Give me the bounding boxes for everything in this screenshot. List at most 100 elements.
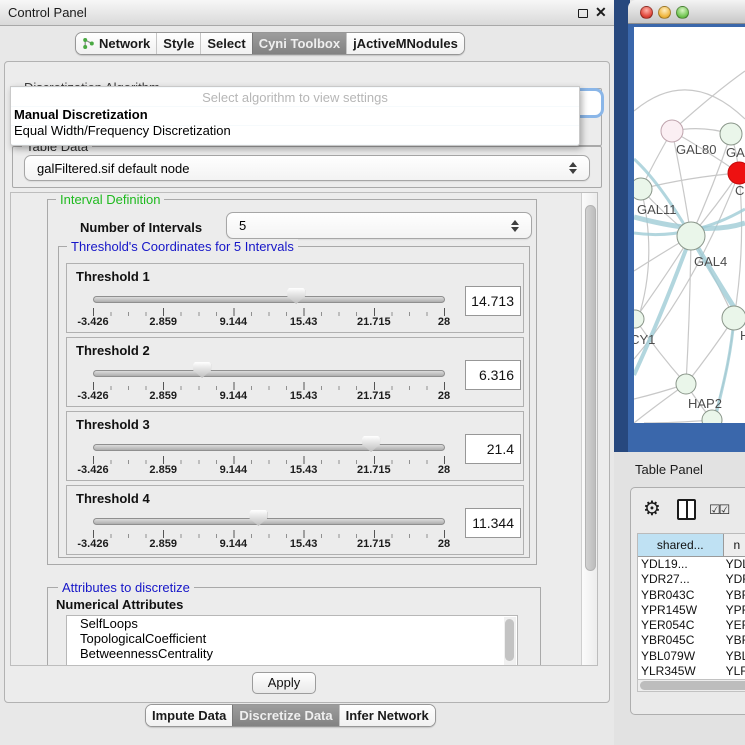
threshold-value-field[interactable]: 11.344 [465, 508, 521, 538]
number-of-intervals-spinner[interactable]: 5 [226, 212, 532, 239]
tab-impute-data[interactable]: Impute Data [146, 705, 232, 726]
slider-scale-label: 15.43 [290, 464, 318, 476]
table-row[interactable]: YLR345WYLR3 [638, 664, 745, 679]
panel-scrollbar[interactable] [581, 193, 598, 666]
table-row[interactable]: YBR043CYBR0 [638, 588, 745, 603]
tab-discretize-data[interactable]: Discretize Data [232, 705, 338, 726]
tab-select[interactable]: Select [200, 33, 251, 54]
attribute-list-item[interactable]: BetweennessCentrality [67, 646, 517, 661]
float-window-icon[interactable] [578, 9, 588, 18]
algorithm-option-equal-width[interactable]: Equal Width/Frequency Discretization [11, 123, 579, 139]
table-cell[interactable]: YBR043C [638, 588, 724, 603]
table-cell[interactable]: YDR27... [638, 572, 724, 587]
slider-tick-marks [93, 308, 446, 316]
numerical-attributes-list[interactable]: SelfLoopsTopologicalCoefficientBetweenne… [66, 615, 518, 666]
table-row[interactable]: YDL19...YDL1 [638, 557, 745, 572]
thresholds-group: Threshold's Coordinates for 5 Intervals … [58, 246, 530, 558]
attributes-list-scrollbar[interactable] [504, 617, 516, 666]
threshold-value-field[interactable]: 14.713 [465, 286, 521, 316]
tab-select-label: Select [207, 36, 245, 51]
gear-icon[interactable]: ⚙ [643, 499, 661, 519]
network-node[interactable] [722, 306, 745, 330]
slider-scale-label: 2.859 [149, 464, 177, 476]
panel-scrollbar-thumb[interactable] [585, 205, 596, 571]
table-horizontal-scrollbar[interactable] [637, 679, 745, 692]
table-row[interactable]: YDR27...YDR2 [638, 572, 745, 587]
control-panel: Control Panel ✕ Network Style Select Cyn… [0, 0, 614, 745]
node-table[interactable]: shared... n YDL19...YDL1YDR27...YDR2YBR0… [637, 533, 745, 679]
threshold-label: Threshold 4 [76, 491, 150, 506]
network-node-label: GAL80 [676, 142, 716, 157]
table-hscrollbar-thumb[interactable] [640, 681, 745, 690]
threshold-label: Threshold 2 [76, 343, 150, 358]
network-node-label: H [740, 328, 745, 343]
column-header-name[interactable]: n [724, 534, 745, 557]
attribute-list-item[interactable]: TopologicalCoefficient [67, 631, 517, 646]
tab-network[interactable]: Network [76, 33, 156, 54]
table-cell[interactable]: YPR145W [638, 603, 724, 618]
table-cell[interactable]: YBR045C [638, 633, 724, 648]
table-cell[interactable]: YPR1 [724, 603, 745, 618]
threshold-slider-track[interactable] [93, 444, 445, 451]
table-cell[interactable]: YLR3 [724, 664, 745, 679]
tab-jactivemnodules[interactable]: jActiveMNodules [346, 33, 464, 54]
table-cell[interactable]: YDL19... [638, 557, 724, 572]
combobox-stepper-icon [569, 162, 577, 174]
network-node-label: GA [726, 145, 745, 160]
threshold-label: Threshold 1 [76, 269, 150, 284]
apply-button[interactable]: Apply [252, 672, 316, 694]
table-cell[interactable]: YBR0 [724, 588, 745, 603]
close-icon[interactable]: ✕ [595, 4, 607, 21]
slider-scale-label: 28 [438, 464, 450, 476]
network-node-label: GAL11 [637, 202, 677, 217]
table-data-combobox[interactable]: galFiltered.sif default node [24, 155, 590, 181]
network-node[interactable] [728, 162, 745, 184]
table-cell[interactable]: YBL079W [638, 649, 724, 664]
network-node-label: GAL4 [694, 254, 727, 269]
zoom-traffic-light-icon[interactable] [676, 6, 689, 19]
thresholds-group-title: Threshold's Coordinates for 5 Intervals [67, 239, 298, 254]
network-canvas[interactable]: GAL80GACGAL11GAL4GCY1HHAP2 [634, 27, 745, 423]
threshold-value-field[interactable]: 6.316 [465, 360, 521, 390]
attribute-list-item[interactable]: SelfLoops [67, 616, 517, 631]
slider-tick-marks [93, 530, 446, 538]
table-cell[interactable]: YBL0 [724, 649, 745, 664]
settings-scroll-area: Interval Definition Number of Intervals … [10, 192, 598, 666]
tab-cyni-toolbox[interactable]: Cyni Toolbox [252, 33, 346, 54]
threshold-slider-track[interactable] [93, 518, 445, 525]
slider-scale-label: 15.43 [290, 538, 318, 550]
table-row[interactable]: YER054CYER0 [638, 618, 745, 633]
tab-infer-network[interactable]: Infer Network [339, 705, 435, 726]
network-node[interactable] [634, 310, 644, 328]
table-cell[interactable]: YDL1 [724, 557, 745, 572]
table-row[interactable]: YPR145WYPR1 [638, 603, 745, 618]
algorithm-option-manual[interactable]: Manual Discretization [11, 107, 579, 123]
minimize-traffic-light-icon[interactable] [658, 6, 671, 19]
table-row[interactable]: YBL079WYBL0 [638, 649, 745, 664]
network-node[interactable] [634, 178, 652, 200]
table-cell[interactable]: YER0 [724, 618, 745, 633]
network-node[interactable] [677, 222, 705, 250]
tab-style[interactable]: Style [156, 33, 200, 54]
close-traffic-light-icon[interactable] [640, 6, 653, 19]
slider-scale-label: 15.43 [290, 390, 318, 402]
table-cell[interactable]: YBR0 [724, 633, 745, 648]
network-node[interactable] [661, 120, 683, 142]
slider-scale-label: 2.859 [149, 316, 177, 328]
slider-scale-label: 21.715 [357, 390, 391, 402]
threshold-label: Threshold 3 [76, 417, 150, 432]
table-cell[interactable]: YER054C [638, 618, 724, 633]
select-columns-checkboxes-icon[interactable]: ☑☑ [709, 502, 728, 518]
network-node[interactable] [676, 374, 696, 394]
network-node[interactable] [720, 123, 742, 145]
column-header-shared-name[interactable]: shared... [638, 534, 724, 557]
attributes-scrollbar-thumb[interactable] [505, 619, 514, 661]
columns-icon[interactable] [677, 499, 696, 520]
table-cell[interactable]: YLR345W [638, 664, 724, 679]
table-cell[interactable]: YDR2 [724, 572, 745, 587]
top-tab-bar: Network Style Select Cyni Toolbox jActiv… [75, 32, 465, 55]
threshold-value-field[interactable]: 21.4 [465, 434, 521, 464]
table-row[interactable]: YBR045CYBR0 [638, 633, 745, 648]
threshold-slider-track[interactable] [93, 296, 445, 303]
threshold-slider-track[interactable] [93, 370, 445, 377]
